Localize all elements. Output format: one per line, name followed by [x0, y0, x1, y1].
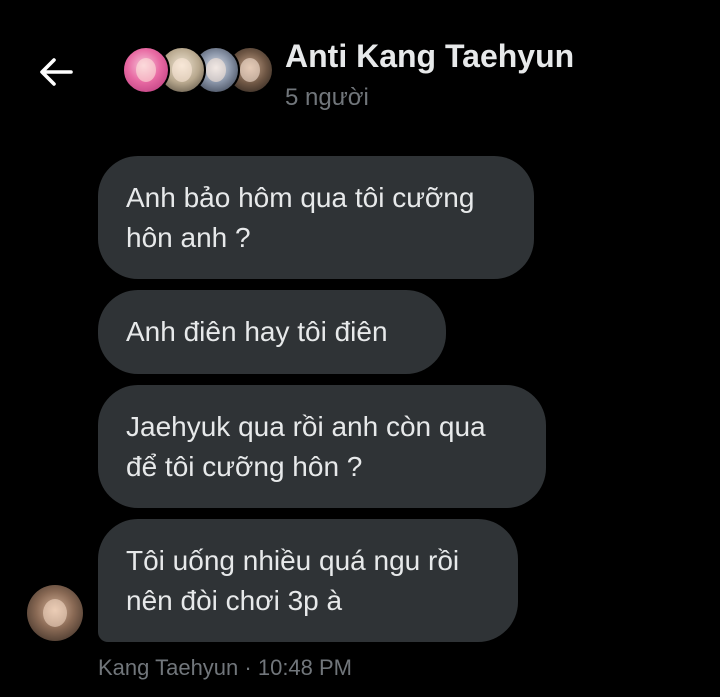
message-meta: Kang Taehyun · 10:48 PM	[98, 655, 352, 681]
message-text-line: Anh bảo hôm qua tôi cưỡng	[126, 182, 475, 213]
message-bubble[interactable]: Jaehyuk qua rồi anh còn qua để tôi cưỡng…	[98, 385, 546, 508]
message-text-line: nên đòi chơi 3p à	[126, 585, 343, 616]
message-time: 10:48 PM	[257, 655, 353, 680]
arrow-left-icon	[40, 58, 73, 86]
member-avatar	[122, 46, 170, 94]
sender-name[interactable]: Kang Taehyun	[98, 655, 238, 680]
conversation-header: Anti Kang Taehyun 5 người	[0, 0, 720, 140]
group-avatars[interactable]	[122, 46, 274, 96]
back-button[interactable]	[34, 52, 78, 92]
message-text-line: hôn anh ?	[126, 222, 251, 253]
message-text-line: Jaehyuk qua rồi anh còn qua	[126, 411, 486, 442]
message-text-line: Anh điên hay tôi điên	[126, 316, 388, 347]
member-count[interactable]: 5 người	[285, 84, 369, 112]
message-bubble[interactable]: Anh bảo hôm qua tôi cưỡng hôn anh ?	[98, 156, 534, 279]
message-bubble[interactable]: Anh điên hay tôi điên	[98, 290, 446, 374]
message-text-line: để tôi cưỡng hôn ?	[126, 451, 363, 482]
message-bubble[interactable]: Tôi uống nhiều quá ngu rồi nên đòi chơi …	[98, 519, 518, 642]
group-name[interactable]: Anti Kang Taehyun	[285, 38, 574, 75]
meta-separator: ·	[238, 655, 258, 680]
message-text-line: Tôi uống nhiều quá ngu rồi	[126, 545, 460, 576]
sender-avatar[interactable]	[27, 585, 83, 641]
